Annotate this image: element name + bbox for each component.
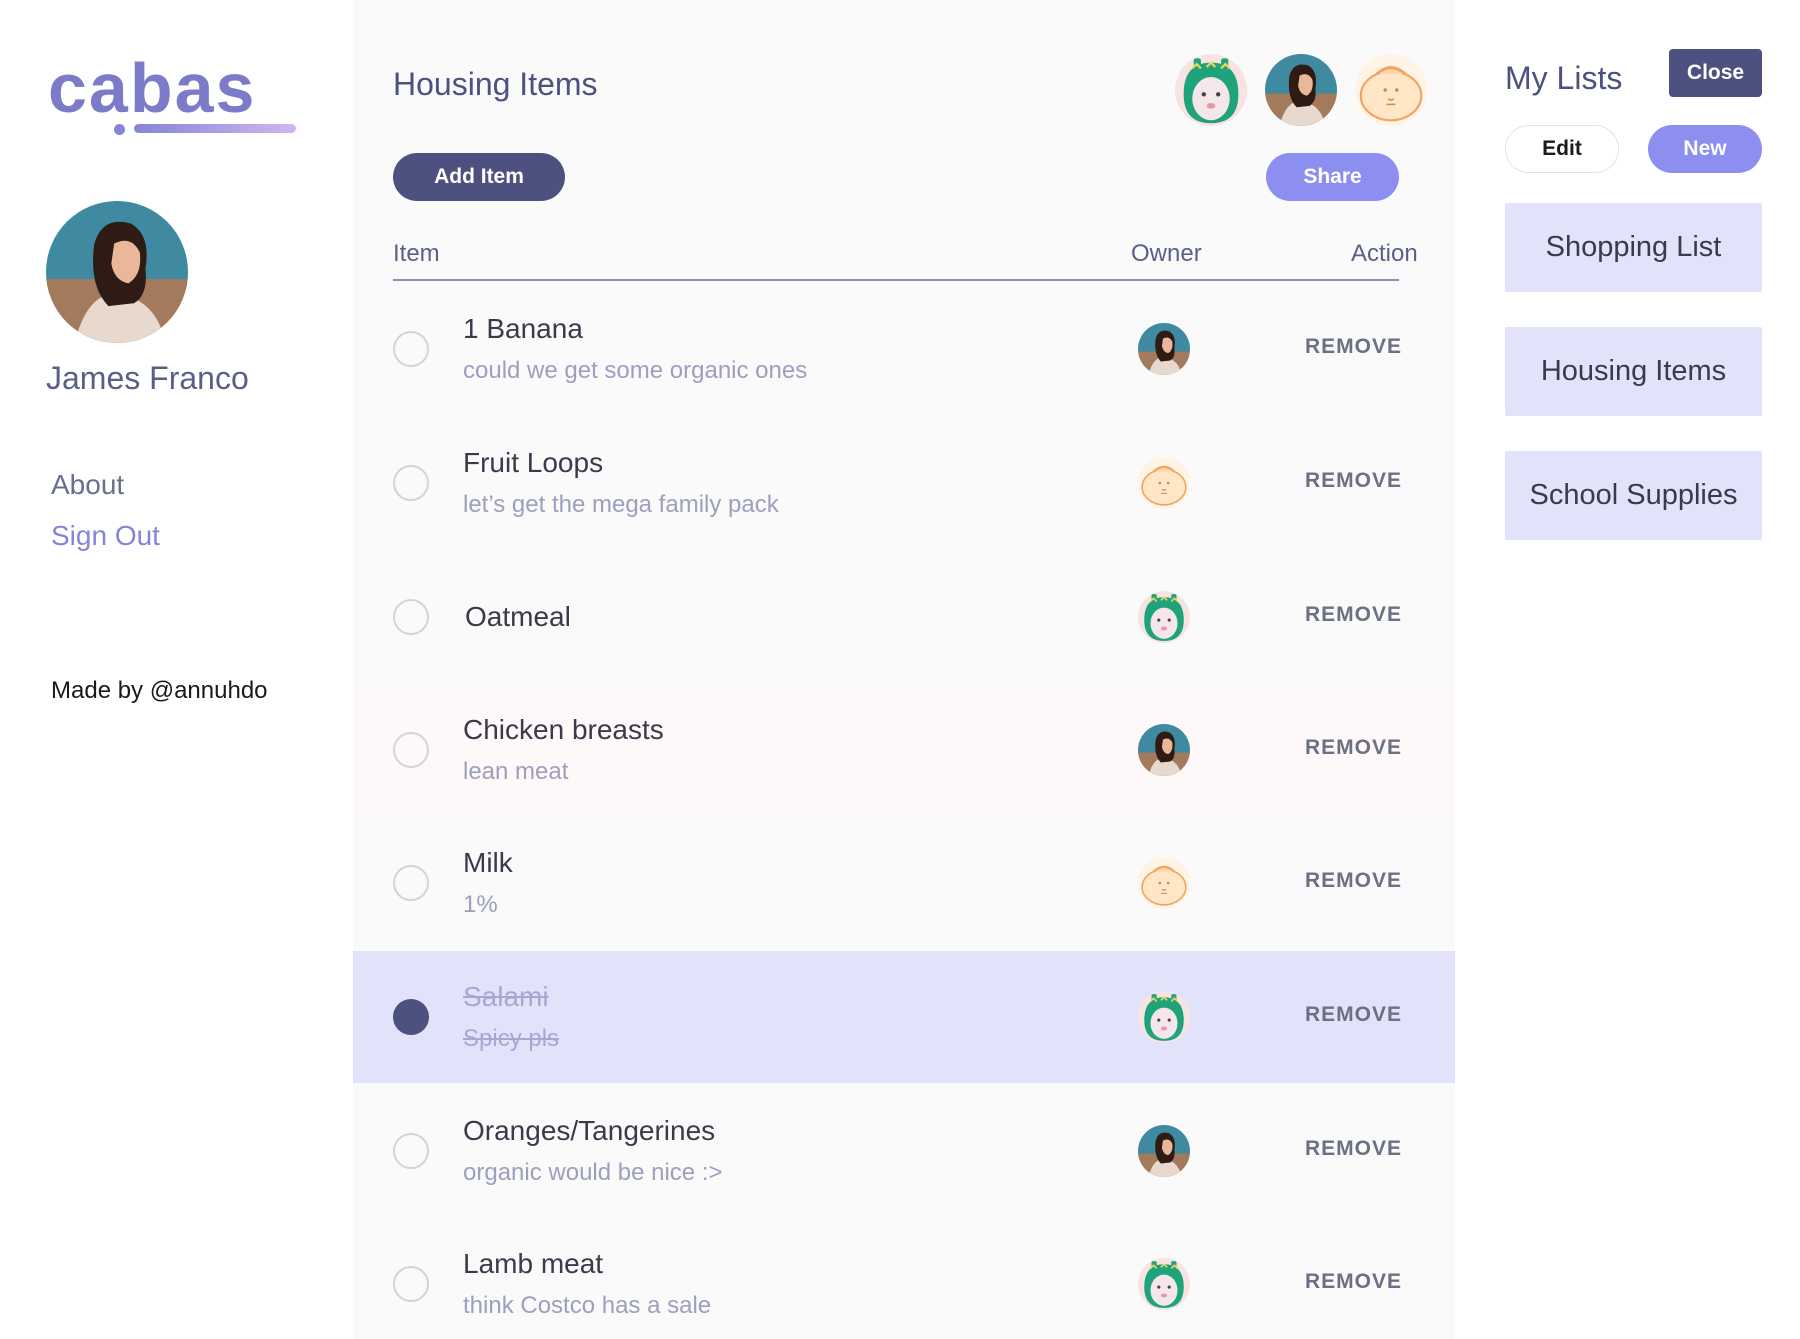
item-checkbox[interactable]: [393, 331, 429, 367]
remove-button[interactable]: REMOVE: [1305, 869, 1402, 893]
share-button[interactable]: Share: [1266, 153, 1399, 201]
user-photo-icon: [1138, 1125, 1190, 1177]
list-card-shopping-list[interactable]: Shopping List: [1505, 203, 1762, 292]
user-photo-icon[interactable]: [1265, 54, 1337, 126]
table-row: Oatmeal REMOVE: [353, 551, 1455, 683]
green-hat-avatar-icon[interactable]: [1175, 54, 1247, 126]
item-note: organic would be nice :>: [463, 1159, 723, 1186]
list-panel: Housing Items Add Item Share Item Owner …: [353, 0, 1455, 1339]
remove-button[interactable]: REMOVE: [1305, 1270, 1402, 1294]
new-list-button[interactable]: New: [1648, 125, 1762, 173]
logo-dot: [114, 124, 125, 135]
profile-avatar: [46, 201, 188, 343]
item-note: lean meat: [463, 758, 569, 785]
green-hat-avatar-icon: [1138, 1258, 1190, 1310]
item-note: 1%: [463, 891, 498, 918]
remove-button[interactable]: REMOVE: [1305, 1003, 1402, 1027]
remove-button[interactable]: REMOVE: [1305, 469, 1402, 493]
column-header-item: Item: [393, 240, 440, 267]
item-name: Lamb meat: [463, 1248, 604, 1279]
table-row: Lamb meat think Costco has a sale REMOVE: [353, 1218, 1455, 1339]
remove-button[interactable]: REMOVE: [1305, 736, 1402, 760]
user-photo-icon: [1138, 724, 1190, 776]
table-row: Chicken breasts lean meat REMOVE: [353, 684, 1455, 816]
nav-about-link[interactable]: About: [51, 469, 124, 501]
table-row: Fruit Loops let’s get the mega family pac…: [353, 417, 1455, 549]
item-name: Fruit Loops: [463, 447, 604, 478]
green-hat-avatar-icon: [1138, 991, 1190, 1043]
item-name: Oranges/Tangerines: [463, 1115, 716, 1146]
profile-name: James Franco: [46, 360, 249, 396]
logo-text: cabas: [48, 49, 257, 127]
remove-button[interactable]: REMOVE: [1305, 1137, 1402, 1161]
item-name: Milk: [463, 847, 513, 878]
add-item-button[interactable]: Add Item: [393, 153, 565, 201]
item-checkbox[interactable]: [393, 1133, 429, 1169]
item-name: Oatmeal: [465, 601, 571, 632]
edit-button[interactable]: Edit: [1505, 125, 1619, 173]
table-row: Milk 1% REMOVE: [353, 817, 1455, 949]
item-checkbox[interactable]: [393, 599, 429, 635]
item-name: Chicken breasts: [463, 714, 664, 745]
bun-avatar-icon[interactable]: [1355, 54, 1427, 126]
item-checkbox[interactable]: [393, 865, 429, 901]
remove-button[interactable]: REMOVE: [1305, 603, 1402, 627]
column-header-owner: Owner: [1131, 240, 1202, 267]
green-hat-avatar-icon: [1138, 591, 1190, 643]
table-row: 1 Banana could we get some organic ones RE…: [353, 283, 1455, 415]
item-checkbox[interactable]: [393, 999, 429, 1035]
column-header-action: Action: [1351, 240, 1418, 267]
my-lists-panel: My Lists Close Edit New Shopping List Ho…: [1455, 0, 1800, 1339]
table-header: Item Owner Action: [393, 236, 1418, 281]
credits-text: Made by @annuhdo: [51, 677, 268, 704]
list-card-school-supplies[interactable]: School Supplies: [1505, 451, 1762, 540]
close-button[interactable]: Close: [1669, 49, 1762, 97]
table-row: Oranges/Tangerines organic would be nice …: [353, 1085, 1455, 1217]
my-lists-title: My Lists: [1505, 60, 1623, 96]
item-note: could we get some organic ones: [463, 357, 808, 384]
collaborator-avatars: [1175, 54, 1435, 128]
list-card-housing-items[interactable]: Housing Items: [1505, 327, 1762, 416]
bun-avatar-icon: [1138, 857, 1190, 909]
nav-sign-out-link[interactable]: Sign Out: [51, 520, 160, 552]
list-title: Housing Items: [393, 66, 598, 102]
item-checkbox[interactable]: [393, 1266, 429, 1302]
item-note: Spicy pls: [463, 1025, 560, 1052]
user-photo-icon: [1138, 323, 1190, 375]
table-row: Salami Spicy pls REMOVE: [353, 951, 1455, 1083]
item-checkbox[interactable]: [393, 732, 429, 768]
item-name: Salami: [463, 981, 549, 1012]
item-note: let’s get the mega family pack: [463, 491, 779, 518]
bun-avatar-icon: [1138, 457, 1190, 509]
left-sidebar: cabas James Franco About Sign Out Made b…: [0, 0, 353, 1339]
cabas-logo[interactable]: cabas: [48, 48, 296, 138]
item-note: think Costco has a sale: [463, 1292, 712, 1319]
logo-underline: [134, 124, 296, 133]
item-checkbox[interactable]: [393, 465, 429, 501]
item-name: 1 Banana: [463, 313, 583, 344]
remove-button[interactable]: REMOVE: [1305, 335, 1402, 359]
